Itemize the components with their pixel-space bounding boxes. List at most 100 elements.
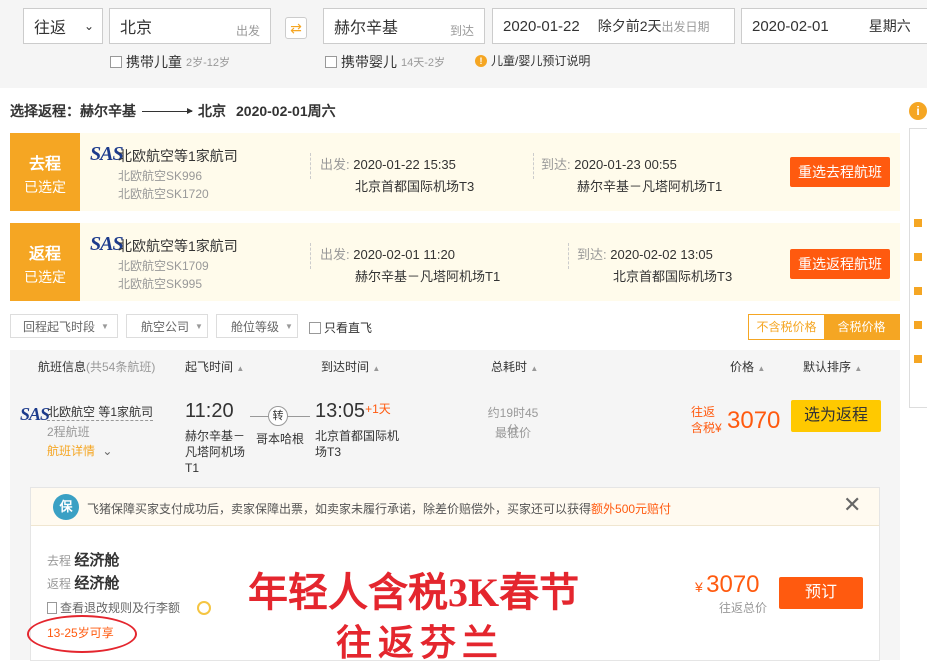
book-button[interactable]: 预订 [779, 577, 863, 609]
price-note: 往返总价 [719, 601, 768, 615]
depart-airport-line: 凡塔阿机场 [185, 445, 246, 459]
arrive-airport: 赫尔辛基－凡塔阿机场T1 [577, 179, 723, 194]
overlay-caption: 往返芬兰 [336, 623, 505, 661]
swap-cities-button[interactable]: ⇄ [285, 17, 307, 39]
tax-excluded-tab[interactable]: 不含税价格 [749, 315, 824, 339]
price-label: 往返 [691, 405, 716, 419]
side-marker [914, 355, 922, 363]
flight-number: 北欧航空SK1720 [118, 187, 209, 201]
leg-badge: 返程 已选定 [10, 223, 80, 301]
tax-toggle: 不含税价格 含税价格 [748, 314, 900, 340]
return-cabin: 经济舱 [74, 575, 120, 592]
depart-period-filter[interactable]: 回程起飞时段 ▼ [10, 314, 118, 338]
depart-terminal: T1 [185, 461, 200, 475]
return-cabin-row: 返程 经济舱 [47, 572, 119, 593]
divider [533, 153, 534, 179]
triangle-down-icon: ▼ [195, 321, 203, 331]
title-date: 2020-02-01周六 [236, 103, 336, 119]
price-symbol: ¥ [715, 421, 722, 435]
col-sort[interactable]: 默认排序 ▲ [803, 358, 862, 375]
arrive-airport-line: 北京首都国际机 [315, 429, 400, 443]
arrive-airport-line: 场T3 [315, 445, 342, 459]
depart-time: 11:20 [185, 400, 234, 422]
trip-type-select[interactable]: 往返 ⌄ [23, 8, 103, 44]
col-arrive-time-label: 到达时间 [321, 360, 370, 374]
rules-label: 查看退改规则及行李额 [60, 601, 181, 615]
cabin-filter[interactable]: 舱位等级 ▼ [216, 314, 298, 338]
depart-label: 出发: [320, 247, 350, 262]
direct-only-checkbox[interactable] [309, 321, 321, 334]
transfer-icon: 转 [268, 406, 288, 426]
document-icon [47, 601, 57, 614]
depart-airport-line: 赫尔辛基－ [185, 429, 246, 443]
filter-label: 舱位等级 [231, 319, 280, 334]
close-icon[interactable]: ✕ [843, 492, 861, 518]
depart-airport: 赫尔辛基－凡塔阿机场T1 [355, 269, 501, 284]
child-checkbox-row[interactable]: 携带儿童 2岁-12岁 [110, 52, 230, 72]
col-duration-label: 总耗时 [491, 360, 528, 374]
arrive-airport: 北京首都国际机场T3 [613, 269, 733, 284]
depart-date-input[interactable]: 2020-01-22 除夕前2天 出发日期 [492, 8, 735, 44]
from-city-input[interactable]: 北京 出发 [109, 8, 271, 44]
filter-label: 回程起飞时段 [23, 319, 96, 334]
selected-return-leg: 返程 已选定 SAS 北欧航空等1家航司 北欧航空SK1709 北欧航空SK99… [10, 223, 900, 301]
to-city-input[interactable]: 赫尔辛基 到达 [323, 8, 485, 44]
arrive-time-group: 13:05+1天 [315, 400, 391, 423]
info-icon[interactable]: i [909, 102, 927, 120]
leg-badge: 去程 已选定 [10, 133, 80, 211]
select-return-button[interactable]: 选为返程 [791, 400, 881, 432]
col-duration[interactable]: 总耗时 ▲ [491, 358, 538, 375]
airline-filter[interactable]: 航空公司 ▼ [126, 314, 208, 338]
depart-info: 出发: 2020-02-01 11:20 [320, 244, 455, 263]
sort-up-icon: ▲ [854, 364, 863, 373]
direct-only-label: 只看直飞 [324, 321, 373, 335]
infant-checkbox-row[interactable]: 携带婴儿 14天-2岁 [325, 52, 445, 72]
col-arrive-time[interactable]: 到达时间 ▲ [321, 358, 380, 375]
col-price[interactable]: 价格 ▲ [730, 358, 765, 375]
guarantee-text: 飞猪保障买家支付成功后，卖家保障出票，如卖家未履行承诺，除差价赔偿外，买家还可以… [87, 500, 671, 517]
side-marker [914, 253, 922, 261]
flight-table-header: 航班信息(共54条航班) 起飞时间 ▲ 到达时间 ▲ 总耗时 ▲ 价格 ▲ 默认… [10, 350, 900, 380]
flight-count: (共54条航班) [86, 360, 156, 374]
flight-details-link[interactable]: 航班详情 ⌄ [47, 442, 112, 459]
outbound-cabin-row: 去程 经济舱 [47, 549, 119, 570]
from-hint: 出发 [235, 24, 260, 38]
divider [568, 243, 569, 269]
title-dest: 北京 [198, 103, 226, 119]
col-depart-time[interactable]: 起飞时间 ▲ [185, 358, 244, 375]
side-marker [914, 287, 922, 295]
infant-label: 携带婴儿 [341, 54, 397, 70]
tax-included-tab[interactable]: 含税价格 [824, 315, 899, 339]
return-date-input[interactable]: 2020-02-01 星期六 [741, 8, 927, 44]
arrive-label: 到达: [577, 247, 607, 262]
triangle-down-icon: ▼ [285, 321, 293, 331]
arrive-airport: 北京首都国际机 场T3 [315, 428, 399, 460]
price-symbol: ¥ [695, 579, 703, 595]
reselect-outbound-button[interactable]: 重选去程航班 [790, 157, 890, 187]
sort-up-icon: ▲ [757, 364, 766, 373]
transfer-city: 哥本哈根 [255, 432, 304, 446]
airline-name: 北欧航空等1家航司 [118, 148, 238, 164]
total-price: ¥ 3070 [695, 571, 760, 599]
depart-date-hint: 出发日期 [661, 19, 710, 34]
child-label: 携带儿童 [126, 54, 182, 70]
child-checkbox[interactable] [110, 56, 122, 68]
reselect-return-button[interactable]: 重选返程航班 [790, 249, 890, 279]
side-panel [909, 128, 927, 408]
airline-name[interactable]: 北欧航空 等1家航司 [47, 403, 154, 421]
infant-checkbox[interactable] [325, 56, 337, 68]
arrow-right-icon [142, 107, 193, 114]
info-icon: ! [475, 54, 487, 67]
triangle-down-icon: ▼ [101, 321, 109, 331]
to-city-value: 赫尔辛基 [334, 20, 399, 37]
depart-airport: 赫尔辛基－ 凡塔阿机场 T1 [185, 428, 245, 476]
flight-details-label: 航班详情 [47, 444, 96, 458]
leg-badge-title: 去程 [28, 156, 61, 173]
child-info-link[interactable]: ! 儿童/婴儿预订说明 [475, 52, 590, 69]
direct-only-toggle[interactable]: 只看直飞 [309, 319, 372, 336]
search-bar: 往返 ⌄ 北京 出发 ⇄ 赫尔辛基 到达 2020-01-22 除夕前2天 出发… [0, 0, 927, 88]
legs-count: 2程航班 [47, 425, 90, 439]
rules-link[interactable]: 查看退改规则及行李额 [47, 599, 212, 616]
divider [310, 243, 311, 269]
badge-icon [197, 600, 212, 615]
